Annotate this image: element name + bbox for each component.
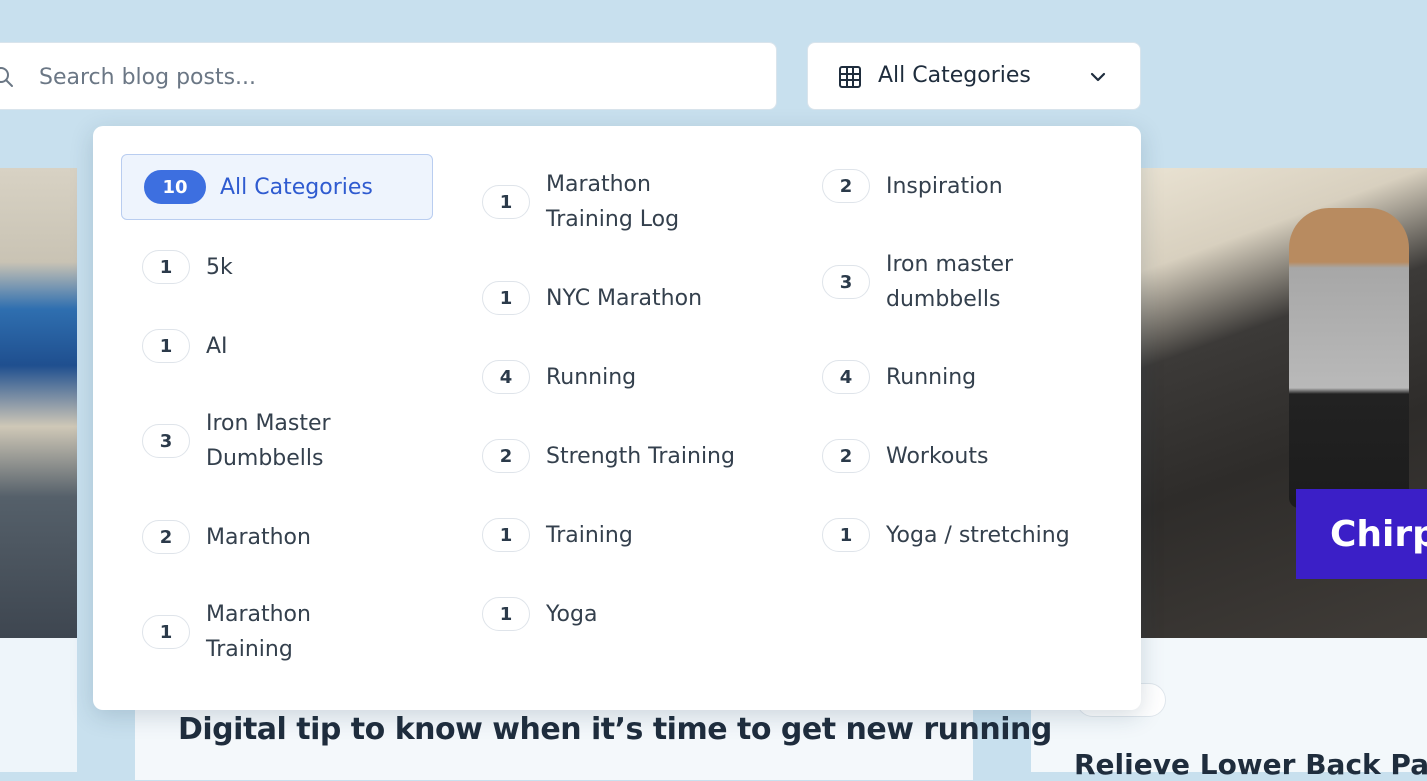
- category-option[interactable]: 1 NYC Marathon: [482, 265, 802, 331]
- category-label: AI: [206, 333, 228, 359]
- category-option[interactable]: 1 Marathon Training: [142, 599, 352, 665]
- category-option[interactable]: 1 AI: [142, 313, 422, 379]
- chevron-down-icon: [1090, 72, 1106, 82]
- category-option[interactable]: 1 5k: [142, 234, 422, 300]
- category-count: 2: [822, 169, 870, 203]
- category-label: Iron master dumbbells: [886, 252, 1014, 312]
- search-icon: [0, 67, 13, 87]
- category-count: 10: [144, 170, 206, 204]
- category-option[interactable]: 3 Iron Master Dumbbells: [142, 408, 362, 474]
- category-label: Inspiration: [886, 173, 1003, 199]
- category-count: 1: [482, 597, 530, 631]
- category-count: 1: [142, 329, 190, 363]
- post-title-right[interactable]: Relieve Lower Back Pain: [1074, 748, 1427, 781]
- category-option[interactable]: 3 Iron master dumbbells: [822, 249, 1042, 315]
- category-label: Training: [546, 522, 633, 548]
- category-count: 3: [822, 265, 870, 299]
- chirp-banner: Chirp: [1296, 489, 1427, 579]
- category-label: 5k: [206, 254, 233, 280]
- category-option[interactable]: 2 Strength Training: [482, 423, 802, 489]
- post-title-center[interactable]: Digital tip to know when it’s time to ge…: [178, 712, 1052, 747]
- category-label: Yoga / stretching: [886, 522, 1070, 548]
- category-count: 1: [822, 518, 870, 552]
- category-option[interactable]: 4 Running: [822, 344, 1122, 410]
- category-label: Strength Training: [546, 443, 735, 469]
- category-count: 4: [822, 360, 870, 394]
- category-option[interactable]: 4 Running: [482, 344, 802, 410]
- grid-icon: [839, 66, 861, 88]
- category-select[interactable]: All Categories: [807, 42, 1141, 110]
- category-count: 3: [142, 424, 190, 458]
- category-label: Running: [546, 364, 637, 390]
- search-input[interactable]: [37, 43, 741, 111]
- category-label: Iron Master Dumbbells: [206, 411, 331, 471]
- category-count: 4: [482, 360, 530, 394]
- category-count: 1: [482, 185, 530, 219]
- category-dropdown: 10 All Categories 1 5k 1 AI 3 Iron Maste…: [93, 126, 1141, 710]
- category-count: 1: [482, 518, 530, 552]
- category-count: 1: [142, 615, 190, 649]
- category-label: Marathon Training Log: [546, 172, 680, 232]
- category-label: All Categories: [220, 174, 373, 200]
- category-label: Yoga: [546, 601, 598, 627]
- category-label: NYC Marathon: [546, 285, 703, 311]
- category-count: 1: [482, 281, 530, 315]
- category-label: Marathon: [206, 524, 311, 550]
- category-option[interactable]: 1 Yoga / stretching: [822, 502, 1132, 568]
- category-option[interactable]: 1 Marathon Training Log: [482, 169, 702, 235]
- category-option[interactable]: 2 Inspiration: [822, 153, 1122, 219]
- category-option-all[interactable]: 10 All Categories: [121, 154, 433, 220]
- category-option[interactable]: 2 Workouts: [822, 423, 1122, 489]
- category-label: Workouts: [886, 443, 989, 469]
- post-image-left[interactable]: [0, 168, 77, 638]
- category-count: 2: [482, 439, 530, 473]
- post-image-right[interactable]: Chirp: [1141, 168, 1427, 638]
- category-label: Running: [886, 364, 977, 390]
- category-option[interactable]: 1 Yoga: [482, 581, 802, 647]
- category-count: 1: [142, 250, 190, 284]
- category-count: 2: [822, 439, 870, 473]
- person-photo: [1289, 208, 1409, 508]
- category-option[interactable]: 1 Training: [482, 502, 802, 568]
- search-box: [0, 42, 777, 111]
- category-label: Marathon Training: [206, 602, 311, 662]
- category-select-label: All Categories: [878, 63, 1031, 88]
- post-card-left: [0, 638, 77, 772]
- category-count: 2: [142, 520, 190, 554]
- category-option[interactable]: 2 Marathon: [142, 504, 422, 570]
